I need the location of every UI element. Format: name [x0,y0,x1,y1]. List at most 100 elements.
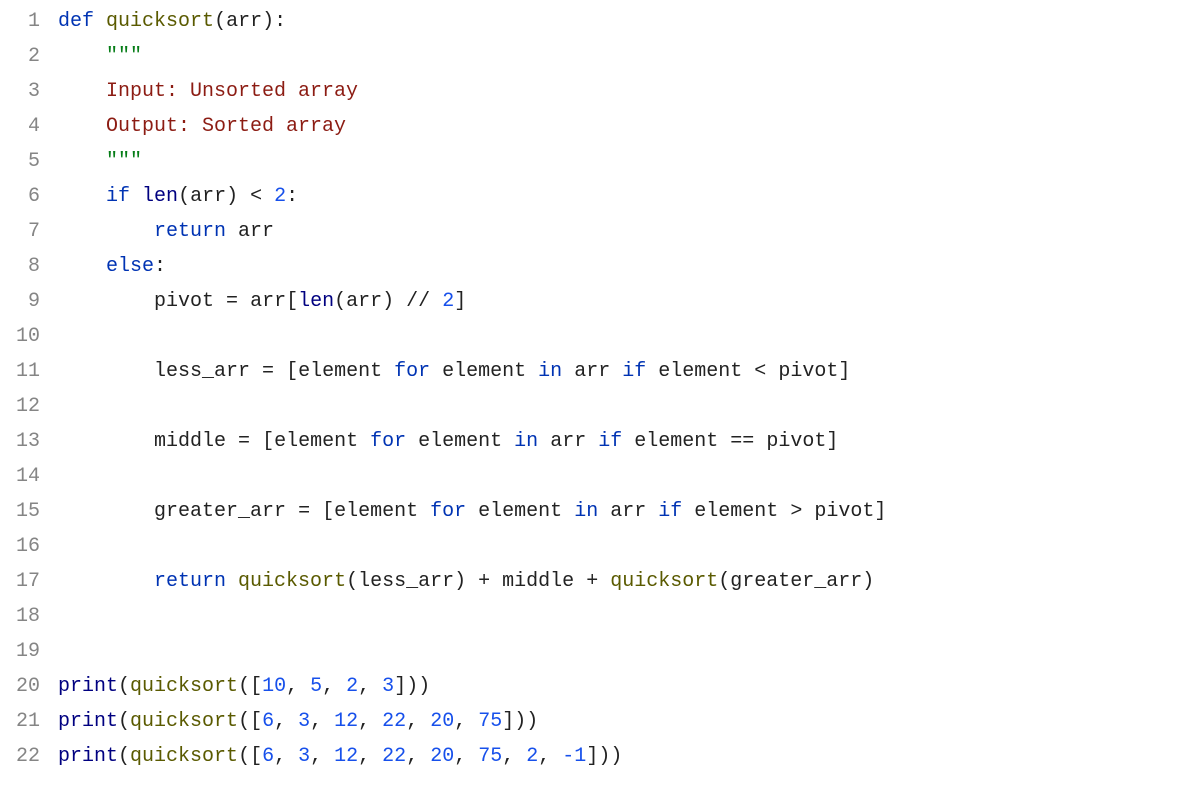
code-line[interactable]: def quicksort(arr): [58,4,1194,39]
token-fn: quicksort [610,564,718,599]
token-pun [718,424,730,459]
token-pun [562,494,574,529]
token-num: 12 [334,739,358,774]
line-number: 8 [0,249,40,284]
token-kw: in [538,354,562,389]
token-pun: : [154,249,166,284]
token-id: pivot [154,284,214,319]
code-line[interactable]: """ [58,39,1194,74]
code-line[interactable] [58,634,1194,669]
line-number: 12 [0,389,40,424]
code-line[interactable]: Input: Unsorted array [58,74,1194,109]
token-num: 75 [478,704,502,739]
token-op: < [250,179,262,214]
token-pun: , [310,704,334,739]
token-pun: ( [178,179,190,214]
code-line[interactable] [58,599,1194,634]
code-line[interactable]: print(quicksort([6, 3, 12, 22, 20, 75, 2… [58,739,1194,774]
token-pun: ) [862,564,874,599]
token-kw: in [514,424,538,459]
token-pun: ) [226,179,250,214]
line-number: 9 [0,284,40,319]
token-id: arr [250,284,286,319]
token-pun: , [274,739,298,774]
indent [58,249,106,284]
line-number: 6 [0,179,40,214]
token-id: element [658,354,742,389]
token-pun: ] [838,354,850,389]
token-pun [574,564,586,599]
token-pun [610,354,622,389]
line-number: 21 [0,704,40,739]
line-number: 14 [0,459,40,494]
indent [58,494,154,529]
token-kw: if [658,494,682,529]
token-id: element [634,424,718,459]
token-pun: : [286,179,298,214]
token-op: < [754,354,766,389]
token-pun [94,4,106,39]
token-strq: """ [106,144,142,179]
code-line[interactable]: Output: Sorted array [58,109,1194,144]
code-line[interactable]: if len(arr) < 2: [58,179,1194,214]
line-number: 4 [0,109,40,144]
line-number: 13 [0,424,40,459]
token-num: 12 [334,704,358,739]
code-line[interactable]: else: [58,249,1194,284]
token-id: element [298,354,382,389]
token-id: less_arr [154,354,250,389]
code-line[interactable]: return arr [58,214,1194,249]
token-op: + [478,564,490,599]
line-number: 10 [0,319,40,354]
code-line[interactable]: print(quicksort([6, 3, 12, 22, 20, 75])) [58,704,1194,739]
code-line[interactable]: pivot = arr[len(arr) // 2] [58,284,1194,319]
token-pun [226,564,238,599]
token-pun [226,214,238,249]
code-line[interactable] [58,529,1194,564]
code-editor-content[interactable]: def quicksort(arr): """ Input: Unsorted … [58,4,1194,774]
token-pun [382,354,394,389]
code-line[interactable]: middle = [element for element in arr if … [58,424,1194,459]
token-id: arr [190,179,226,214]
token-num: 20 [430,739,454,774]
token-num: 2 [346,669,358,704]
code-line[interactable]: print(quicksort([10, 5, 2, 3])) [58,669,1194,704]
token-num: 3 [298,704,310,739]
token-pun [646,494,658,529]
token-pun [130,179,142,214]
token-bi: len [142,179,178,214]
code-line[interactable] [58,389,1194,424]
code-line[interactable]: """ [58,144,1194,179]
token-num: 20 [430,704,454,739]
token-op: = [262,354,274,389]
token-kw: if [622,354,646,389]
line-number: 16 [0,529,40,564]
token-pun [490,564,502,599]
token-id: element [334,494,418,529]
token-pun [502,424,514,459]
line-number: 7 [0,214,40,249]
indent [58,74,106,109]
token-num: 3 [298,739,310,774]
token-pun [622,424,634,459]
token-num: -1 [562,739,586,774]
code-line[interactable]: less_arr = [element for element in arr i… [58,354,1194,389]
code-line[interactable]: greater_arr = [element for element in ar… [58,494,1194,529]
code-line[interactable] [58,319,1194,354]
line-number: 5 [0,144,40,179]
token-pun [526,354,538,389]
token-pun [262,179,274,214]
token-pun: ([ [238,669,262,704]
token-pun: ( [334,284,346,319]
line-number: 11 [0,354,40,389]
token-pun: ([ [238,739,262,774]
token-pun: ( [118,704,130,739]
token-num: 5 [310,669,322,704]
code-line[interactable]: return quicksort(less_arr) + middle + qu… [58,564,1194,599]
code-line[interactable] [58,459,1194,494]
token-num: 22 [382,704,406,739]
token-num: 3 [382,669,394,704]
token-pun: , [286,669,310,704]
token-pun [238,284,250,319]
token-id: pivot [814,494,874,529]
